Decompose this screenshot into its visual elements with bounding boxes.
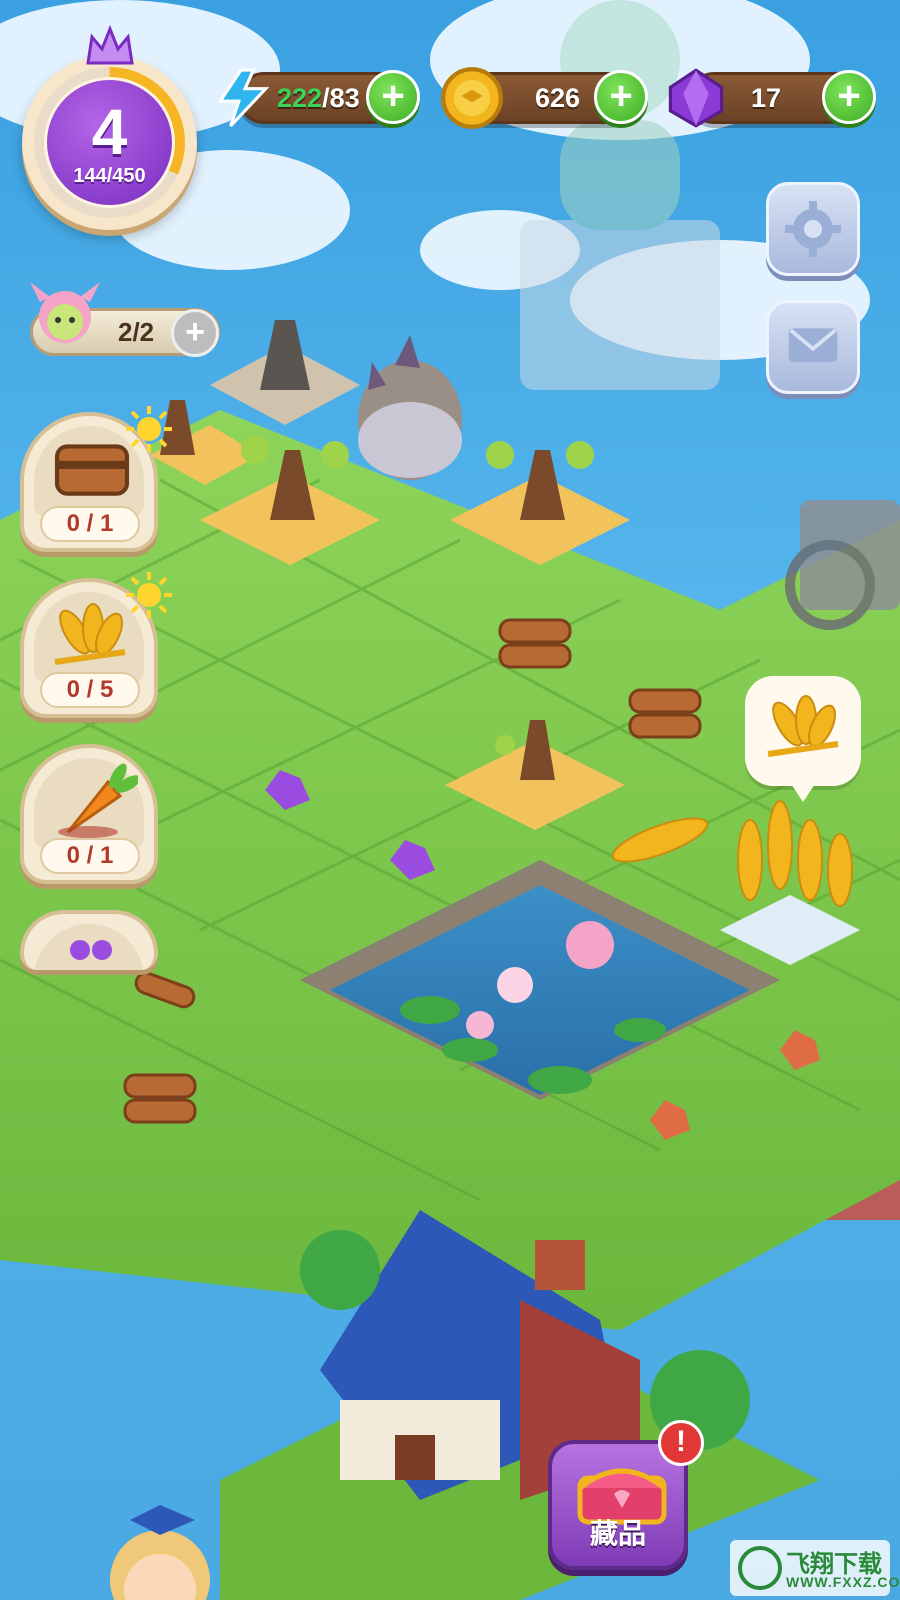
coin-icon [441,67,503,129]
task-progress: 0 / 5 [40,672,140,708]
add-coins-button[interactable]: + [594,70,648,124]
mail-button[interactable] [766,300,860,394]
mystery-egg[interactable] [358,335,462,480]
broken-wagon [785,500,900,630]
carrot-icon [58,763,138,838]
player-level-badge[interactable]: 4 144/450 [22,25,197,230]
harvest-ready-bubble[interactable] [745,676,861,802]
grapes-icon [70,940,112,960]
collection-button[interactable]: 藏品 ! [548,1420,704,1570]
watermark-logo-icon [738,1546,782,1590]
add-energy-button[interactable]: + [366,70,420,124]
task-card-wheat[interactable]: 0 / 5 [20,572,172,718]
crown-icon [86,25,134,65]
level-number: 4 [91,96,128,168]
wheat-icon [767,695,839,757]
task-progress: 0 / 1 [40,838,140,874]
envelope-icon [788,328,838,362]
farmer-girl[interactable] [110,1505,210,1600]
sun-icon [126,406,172,452]
lightning-icon [217,68,270,127]
gem-count: 17 [751,83,782,113]
gem-icon [668,68,724,128]
helper-count: 2/2 [118,317,155,347]
task-card-partial[interactable] [20,910,158,970]
game-board: 4 144/450 222/83 + 626 + 17 + 2/2 + 0 / … [0,0,900,1600]
task-card-barrel[interactable]: 0 / 1 [20,406,172,552]
wheat-icon [54,603,126,665]
watermark-url: WWW.FXXZ.COM [786,1574,900,1590]
add-helper-button[interactable]: + [171,309,219,357]
energy-max: /83 [322,83,360,113]
sun-icon [126,572,172,618]
add-gems-button[interactable]: + [822,70,876,124]
settings-button[interactable] [766,182,860,276]
gear-icon [785,201,841,257]
coin-count: 626 [535,83,581,113]
wooden-barrel-icon [54,444,130,496]
xp-counter: 144/450 [73,165,146,187]
site-watermark: 飞翔下载 WWW.FXXZ.COM [730,1540,900,1596]
energy-current: 222 [277,83,323,113]
fairy-helper-avatar [30,282,100,343]
collection-label: 藏品 [589,1517,646,1550]
alert-badge: ! [658,1420,704,1466]
task-card-carrot[interactable]: 0 / 1 [20,744,158,884]
task-progress: 0 / 1 [40,506,140,542]
